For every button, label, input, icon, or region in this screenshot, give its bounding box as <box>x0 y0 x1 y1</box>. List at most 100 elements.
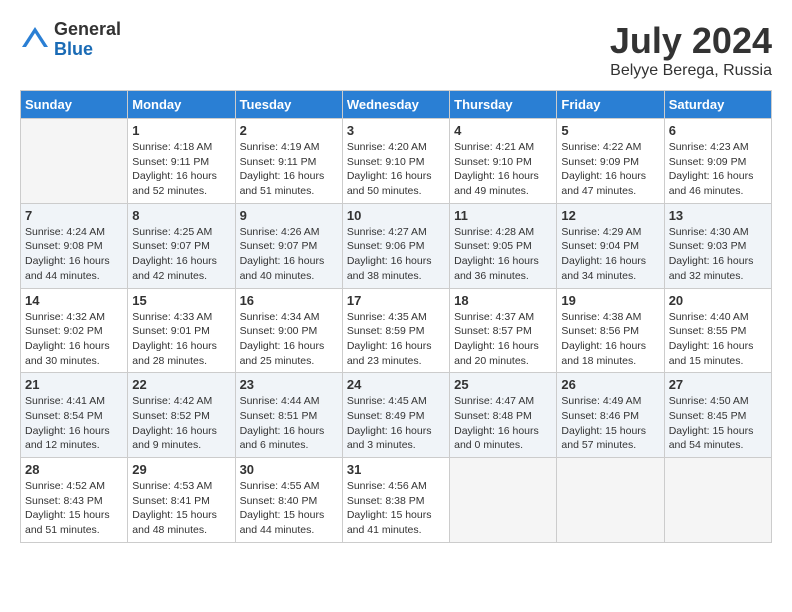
day-info: Sunrise: 4:52 AM Sunset: 8:43 PM Dayligh… <box>25 479 123 538</box>
title-block: July 2024 Belyye Berega, Russia <box>610 20 772 80</box>
calendar-cell: 8 Sunrise: 4:25 AM Sunset: 9:07 PM Daylig… <box>128 203 235 288</box>
calendar-cell: 18Sunrise: 4:37 AM Sunset: 8:57 PM Dayli… <box>450 288 557 373</box>
day-info: Sunrise: 4:32 AM Sunset: 9:02 PM Dayligh… <box>25 310 123 369</box>
day-info: Sunrise: 4:42 AM Sunset: 8:52 PM Dayligh… <box>132 394 230 453</box>
day-info: Sunrise: 4:41 AM Sunset: 8:54 PM Dayligh… <box>25 394 123 453</box>
day-number: 24 <box>347 377 445 392</box>
day-info: Sunrise: 4:23 AM Sunset: 9:09 PM Dayligh… <box>669 140 767 199</box>
calendar-cell: 10Sunrise: 4:27 AM Sunset: 9:06 PM Dayli… <box>342 203 449 288</box>
day-number: 11 <box>454 208 552 223</box>
calendar-cell: 3Sunrise: 4:20 AM Sunset: 9:10 PM Daylig… <box>342 119 449 204</box>
calendar-cell: 28 Sunrise: 4:52 AM Sunset: 8:43 PM Dayli… <box>21 458 128 543</box>
day-info: Sunrise: 4:19 AM Sunset: 9:11 PM Dayligh… <box>240 140 338 199</box>
day-number: 16 <box>240 293 338 308</box>
day-number: 29 <box>132 462 230 477</box>
day-info: Sunrise: 4:37 AM Sunset: 8:57 PM Dayligh… <box>454 310 552 369</box>
day-info: Sunrise: 4:20 AM Sunset: 9:10 PM Dayligh… <box>347 140 445 199</box>
calendar-cell: 5 Sunrise: 4:22 AM Sunset: 9:09 PM Daylig… <box>557 119 664 204</box>
day-number: 1 <box>132 123 230 138</box>
logo: General Blue <box>20 20 121 60</box>
day-number: 22 <box>132 377 230 392</box>
day-info: Sunrise: 4:44 AM Sunset: 8:51 PM Dayligh… <box>240 394 338 453</box>
day-number: 2 <box>240 123 338 138</box>
calendar-cell: 12Sunrise: 4:29 AM Sunset: 9:04 PM Dayli… <box>557 203 664 288</box>
location-title: Belyye Berega, Russia <box>610 62 772 80</box>
day-info: Sunrise: 4:27 AM Sunset: 9:06 PM Dayligh… <box>347 225 445 284</box>
day-info: Sunrise: 4:55 AM Sunset: 8:40 PM Dayligh… <box>240 479 338 538</box>
month-title: July 2024 <box>610 20 772 62</box>
weekday-header-friday: Friday <box>557 91 664 119</box>
day-info: Sunrise: 4:30 AM Sunset: 9:03 PM Dayligh… <box>669 225 767 284</box>
day-info: Sunrise: 4:21 AM Sunset: 9:10 PM Dayligh… <box>454 140 552 199</box>
day-number: 17 <box>347 293 445 308</box>
day-number: 13 <box>669 208 767 223</box>
day-number: 31 <box>347 462 445 477</box>
calendar-week-row: 7Sunrise: 4:24 AM Sunset: 9:08 PM Daylig… <box>21 203 772 288</box>
weekday-header-wednesday: Wednesday <box>342 91 449 119</box>
calendar-cell: 14 Sunrise: 4:32 AM Sunset: 9:02 PM Dayli… <box>21 288 128 373</box>
day-info: Sunrise: 4:26 AM Sunset: 9:07 PM Dayligh… <box>240 225 338 284</box>
calendar-cell: 2 Sunrise: 4:19 AM Sunset: 9:11 PM Daylig… <box>235 119 342 204</box>
calendar-cell: 4Sunrise: 4:21 AM Sunset: 9:10 PM Daylig… <box>450 119 557 204</box>
day-info: Sunrise: 4:45 AM Sunset: 8:49 PM Dayligh… <box>347 394 445 453</box>
weekday-header-monday: Monday <box>128 91 235 119</box>
logo-text: General Blue <box>54 20 121 60</box>
day-info: Sunrise: 4:25 AM Sunset: 9:07 PM Dayligh… <box>132 225 230 284</box>
calendar-cell: 26Sunrise: 4:49 AM Sunset: 8:46 PM Dayli… <box>557 373 664 458</box>
calendar-cell: 1 Sunrise: 4:18 AM Sunset: 9:11 PM Daylig… <box>128 119 235 204</box>
calendar-cell: 20 Sunrise: 4:40 AM Sunset: 8:55 PM Dayli… <box>664 288 771 373</box>
day-number: 23 <box>240 377 338 392</box>
weekday-header-row: SundayMondayTuesdayWednesdayThursdayFrid… <box>21 91 772 119</box>
day-info: Sunrise: 4:40 AM Sunset: 8:55 PM Dayligh… <box>669 310 767 369</box>
calendar-cell: 6 Sunrise: 4:23 AM Sunset: 9:09 PM Daylig… <box>664 119 771 204</box>
calendar-cell: 24 Sunrise: 4:45 AM Sunset: 8:49 PM Dayli… <box>342 373 449 458</box>
calendar-cell: 13 Sunrise: 4:30 AM Sunset: 9:03 PM Dayli… <box>664 203 771 288</box>
day-info: Sunrise: 4:24 AM Sunset: 9:08 PM Dayligh… <box>25 225 123 284</box>
day-number: 20 <box>669 293 767 308</box>
day-number: 14 <box>25 293 123 308</box>
calendar-cell: 16Sunrise: 4:34 AM Sunset: 9:00 PM Dayli… <box>235 288 342 373</box>
day-info: Sunrise: 4:22 AM Sunset: 9:09 PM Dayligh… <box>561 140 659 199</box>
day-info: Sunrise: 4:56 AM Sunset: 8:38 PM Dayligh… <box>347 479 445 538</box>
day-number: 5 <box>561 123 659 138</box>
day-info: Sunrise: 4:18 AM Sunset: 9:11 PM Dayligh… <box>132 140 230 199</box>
calendar-week-row: 1 Sunrise: 4:18 AM Sunset: 9:11 PM Daylig… <box>21 119 772 204</box>
calendar-week-row: 14 Sunrise: 4:32 AM Sunset: 9:02 PM Dayli… <box>21 288 772 373</box>
day-number: 8 <box>132 208 230 223</box>
day-number: 30 <box>240 462 338 477</box>
calendar-cell: 7Sunrise: 4:24 AM Sunset: 9:08 PM Daylig… <box>21 203 128 288</box>
day-info: Sunrise: 4:47 AM Sunset: 8:48 PM Dayligh… <box>454 394 552 453</box>
calendar-cell: 19 Sunrise: 4:38 AM Sunset: 8:56 PM Dayli… <box>557 288 664 373</box>
calendar-cell: 25Sunrise: 4:47 AM Sunset: 8:48 PM Dayli… <box>450 373 557 458</box>
weekday-header-saturday: Saturday <box>664 91 771 119</box>
day-number: 27 <box>669 377 767 392</box>
day-number: 15 <box>132 293 230 308</box>
calendar-cell: 21Sunrise: 4:41 AM Sunset: 8:54 PM Dayli… <box>21 373 128 458</box>
calendar-cell: 23 Sunrise: 4:44 AM Sunset: 8:51 PM Dayli… <box>235 373 342 458</box>
calendar-cell <box>557 458 664 543</box>
day-number: 12 <box>561 208 659 223</box>
day-number: 6 <box>669 123 767 138</box>
day-number: 28 <box>25 462 123 477</box>
calendar-cell: 9Sunrise: 4:26 AM Sunset: 9:07 PM Daylig… <box>235 203 342 288</box>
logo-blue: Blue <box>54 40 121 60</box>
calendar-cell <box>450 458 557 543</box>
weekday-header-tuesday: Tuesday <box>235 91 342 119</box>
day-info: Sunrise: 4:38 AM Sunset: 8:56 PM Dayligh… <box>561 310 659 369</box>
day-info: Sunrise: 4:53 AM Sunset: 8:41 PM Dayligh… <box>132 479 230 538</box>
calendar-cell: 17Sunrise: 4:35 AM Sunset: 8:59 PM Dayli… <box>342 288 449 373</box>
calendar-week-row: 28 Sunrise: 4:52 AM Sunset: 8:43 PM Dayli… <box>21 458 772 543</box>
calendar-cell: 11 Sunrise: 4:28 AM Sunset: 9:05 PM Dayli… <box>450 203 557 288</box>
logo-general: General <box>54 20 121 40</box>
weekday-header-thursday: Thursday <box>450 91 557 119</box>
calendar-cell: 30 Sunrise: 4:55 AM Sunset: 8:40 PM Dayli… <box>235 458 342 543</box>
day-info: Sunrise: 4:28 AM Sunset: 9:05 PM Dayligh… <box>454 225 552 284</box>
calendar-cell: 27Sunrise: 4:50 AM Sunset: 8:45 PM Dayli… <box>664 373 771 458</box>
day-number: 19 <box>561 293 659 308</box>
day-info: Sunrise: 4:49 AM Sunset: 8:46 PM Dayligh… <box>561 394 659 453</box>
calendar-cell <box>21 119 128 204</box>
calendar-week-row: 21Sunrise: 4:41 AM Sunset: 8:54 PM Dayli… <box>21 373 772 458</box>
day-info: Sunrise: 4:33 AM Sunset: 9:01 PM Dayligh… <box>132 310 230 369</box>
calendar-cell: 22 Sunrise: 4:42 AM Sunset: 8:52 PM Dayli… <box>128 373 235 458</box>
calendar-table: SundayMondayTuesdayWednesdayThursdayFrid… <box>20 90 772 543</box>
